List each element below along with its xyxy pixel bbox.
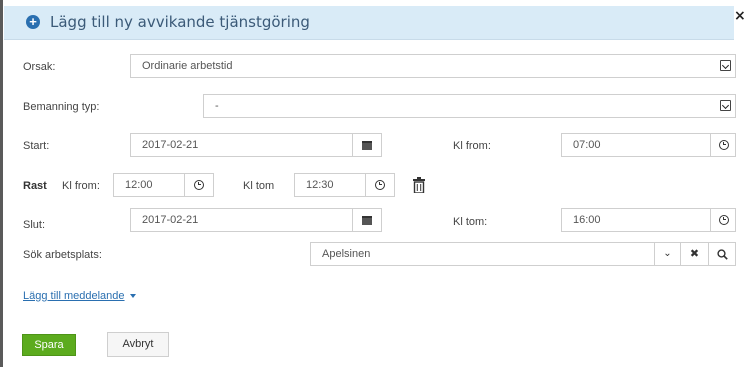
rast-from-input[interactable]: 12:00 xyxy=(113,173,185,197)
rast-kl-from-label: Kl from: xyxy=(62,180,100,192)
cancel-button[interactable]: Avbryt xyxy=(107,332,169,357)
close-button[interactable]: × xyxy=(734,8,745,24)
chevron-down-icon xyxy=(720,100,731,111)
arbetsplats-search-button[interactable] xyxy=(708,242,736,266)
rast-tom-time-button[interactable] xyxy=(365,173,395,197)
slut-time-button[interactable] xyxy=(710,208,736,232)
calendar-icon xyxy=(362,141,372,150)
clear-icon: ✖ xyxy=(689,247,700,260)
slut-date-input[interactable]: 2017-02-21 xyxy=(130,208,353,232)
start-calendar-button[interactable] xyxy=(352,133,382,157)
rast-label: Rast xyxy=(23,180,47,192)
rast-from-value: 12:00 xyxy=(125,179,153,191)
chevron-down-icon xyxy=(720,60,731,71)
window-edge xyxy=(0,0,3,367)
search-icon xyxy=(716,249,728,260)
trash-icon[interactable] xyxy=(413,177,425,193)
arbetsplats-search-input[interactable]: Apelsinen xyxy=(310,242,655,266)
start-time-value: 07:00 xyxy=(573,139,601,151)
clock-icon xyxy=(719,215,729,225)
add-circle-icon: + xyxy=(26,15,40,29)
clock-icon xyxy=(375,180,385,190)
calendar-icon xyxy=(362,216,372,225)
slut-calendar-button[interactable] xyxy=(352,208,382,232)
clock-icon xyxy=(194,180,204,190)
rast-kl-tom-label: Kl tom xyxy=(243,180,275,192)
slut-date-value: 2017-02-21 xyxy=(142,214,199,226)
caret-down-icon xyxy=(129,294,136,299)
rast-from-time-button[interactable] xyxy=(184,173,214,197)
arbetsplats-label: Sök arbetsplats: xyxy=(23,249,102,261)
dialog: + Lägg till ny avvikande tjänstgöring × … xyxy=(0,0,745,367)
bemanning-value: - xyxy=(215,100,219,112)
orsak-value: Ordinarie arbetstid xyxy=(142,60,233,72)
orsak-select[interactable]: Ordinarie arbetstid xyxy=(130,54,736,78)
start-kl-from-label: Kl from: xyxy=(453,140,491,152)
dialog-header: + Lägg till ny avvikande tjänstgöring xyxy=(4,6,734,40)
slut-time-input[interactable]: 16:00 xyxy=(561,208,711,232)
slut-time-value: 16:00 xyxy=(573,214,601,226)
arbetsplats-dropdown-button[interactable]: ⌄ xyxy=(654,242,681,266)
start-label: Start: xyxy=(23,140,50,152)
rast-tom-value: 12:30 xyxy=(306,179,334,191)
chevron-down-icon: ⌄ xyxy=(663,248,672,259)
start-date-value: 2017-02-21 xyxy=(142,139,199,151)
bemanning-select[interactable]: - xyxy=(203,94,736,118)
orsak-label: Orsak: xyxy=(23,61,56,73)
bemanning-label: Bemanning typ: xyxy=(23,101,100,113)
start-time-input[interactable]: 07:00 xyxy=(561,133,711,157)
rast-tom-input[interactable]: 12:30 xyxy=(294,173,366,197)
arbetsplats-value: Apelsinen xyxy=(322,248,371,260)
add-message-link[interactable]: Lägg till meddelande xyxy=(23,290,136,302)
start-time-button[interactable] xyxy=(710,133,736,157)
dialog-title: Lägg till ny avvikande tjänstgöring xyxy=(50,13,310,31)
arbetsplats-clear-button[interactable]: ✖ xyxy=(680,242,709,266)
slut-kl-tom-label: Kl tom: xyxy=(453,216,488,228)
add-message-label: Lägg till meddelande xyxy=(23,290,125,302)
save-button[interactable]: Spara xyxy=(22,334,76,356)
slut-label: Slut: xyxy=(23,219,46,231)
clock-icon xyxy=(719,140,729,150)
start-date-input[interactable]: 2017-02-21 xyxy=(130,133,353,157)
